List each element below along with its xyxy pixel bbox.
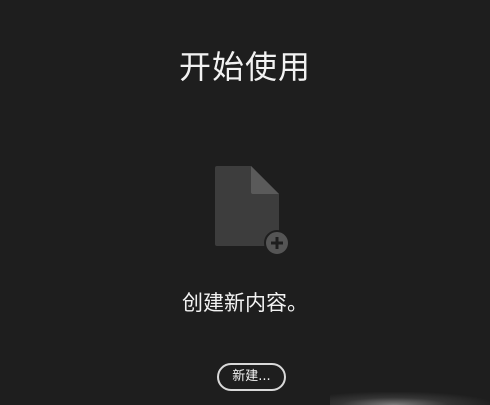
create-new-content-text: 创建新内容。	[182, 291, 308, 315]
start-screen: 开始使用 创建新内容。 新建...	[0, 0, 490, 405]
document-add-icon	[213, 164, 293, 256]
page-title: 开始使用	[178, 48, 311, 86]
decorative-glow	[330, 392, 490, 405]
new-button[interactable]: 新建...	[217, 363, 286, 391]
